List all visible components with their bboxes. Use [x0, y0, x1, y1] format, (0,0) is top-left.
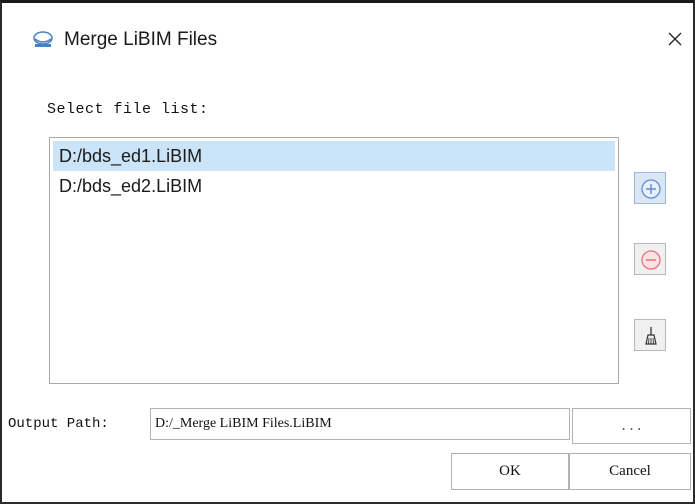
- remove-file-button[interactable]: [634, 243, 666, 275]
- libim-app-icon: [32, 31, 54, 49]
- close-button[interactable]: [663, 25, 687, 51]
- merge-dialog: Merge LiBIM Files Select file list: D:/b…: [0, 0, 695, 504]
- output-path-input[interactable]: [150, 408, 570, 440]
- file-list[interactable]: D:/bds_ed1.LiBIM D:/bds_ed2.LiBIM: [49, 137, 619, 384]
- select-file-list-label: Select file list:: [47, 101, 209, 118]
- close-icon: [667, 25, 683, 50]
- browse-button[interactable]: ...: [572, 408, 691, 444]
- output-path-label: Output Path:: [8, 416, 109, 432]
- title-bar: Merge LiBIM Files: [2, 3, 693, 77]
- list-item[interactable]: D:/bds_ed2.LiBIM: [53, 171, 615, 201]
- list-item[interactable]: D:/bds_ed1.LiBIM: [53, 141, 615, 171]
- ok-button[interactable]: OK: [451, 453, 569, 490]
- add-file-button[interactable]: [634, 172, 666, 204]
- window-title: Merge LiBIM Files: [64, 29, 218, 50]
- cancel-button[interactable]: Cancel: [569, 453, 691, 490]
- clear-list-button[interactable]: [634, 319, 666, 351]
